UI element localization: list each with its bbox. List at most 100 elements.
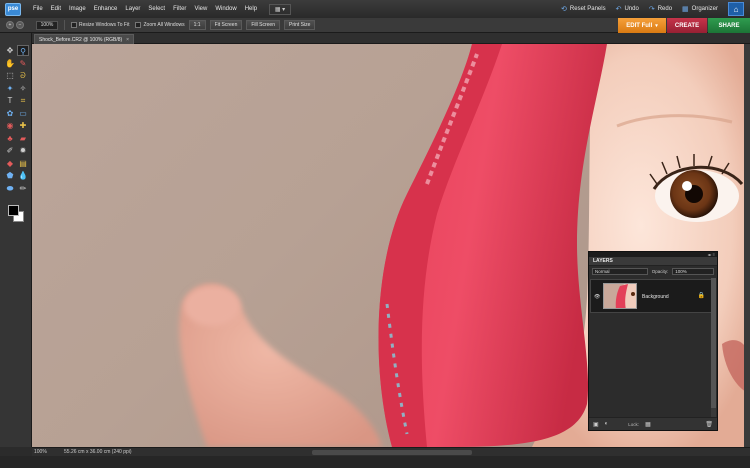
clone-stamp-tool-icon[interactable]: ♣: [4, 133, 16, 144]
red-eye-tool-icon[interactable]: ◉: [4, 120, 16, 131]
panel-menu-icon[interactable]: ◂▸ ≡: [708, 252, 715, 257]
eraser-tool-icon[interactable]: ▰: [17, 133, 29, 144]
eyedropper-tool-icon[interactable]: ✎: [17, 58, 29, 69]
new-layer-icon[interactable]: ▣: [593, 421, 599, 428]
zoom-tool-icon[interactable]: ⚲: [17, 45, 29, 56]
menubar: pse File Edit Image Enhance Layer Select…: [0, 0, 750, 18]
straighten-tool-icon[interactable]: ▭: [17, 108, 29, 119]
foreground-color-swatch[interactable]: [8, 205, 19, 216]
adjustment-layer-icon[interactable]: ◐: [605, 421, 609, 427]
print-size-button[interactable]: Print Size: [283, 20, 316, 30]
zoom-percent-field[interactable]: 100%: [36, 20, 58, 30]
photoshop-elements-window: pse File Edit Image Enhance Layer Select…: [0, 0, 750, 468]
menu-filter[interactable]: Filter: [169, 0, 190, 18]
horizontal-scrollbar[interactable]: [312, 450, 472, 455]
zoom-all-windows-checkbox[interactable]: Zoom All Windows: [135, 22, 185, 28]
document-tab-title: Shock_Before.CR2 @ 100% (RGB/8): [39, 36, 123, 43]
tab-edit-full[interactable]: EDIT Full ▾: [618, 18, 666, 33]
lock-transparent-icon[interactable]: ▦: [645, 421, 651, 428]
menu-window[interactable]: Window: [211, 0, 240, 18]
zoom-all-windows-label: Zoom All Windows: [143, 22, 185, 28]
zoom-mode-group: + −: [6, 21, 24, 29]
menu-enhance[interactable]: Enhance: [90, 0, 122, 18]
layers-panel-footer: ▣ ◐ Lock: ▦ 🗑: [589, 417, 717, 430]
layer-name: Background: [642, 294, 669, 300]
menu-list: File Edit Image Enhance Layer Select Fil…: [29, 0, 261, 18]
crop-tool-icon[interactable]: ⌗: [17, 95, 29, 106]
tab-create[interactable]: CREATE: [667, 18, 707, 33]
status-bar: 100% 55.26 cm x 36.00 cm (240 ppi): [32, 447, 750, 456]
checkbox-box: [135, 22, 142, 28]
eye-icon[interactable]: 👁: [594, 294, 600, 300]
one-to-one-button[interactable]: 1:1: [188, 20, 206, 30]
menu-select[interactable]: Select: [144, 0, 169, 18]
shape-tool-icon[interactable]: ⬟: [4, 170, 16, 181]
menu-edit[interactable]: Edit: [47, 0, 65, 18]
redo-button[interactable]: ↷ Redo: [649, 5, 672, 13]
redo-icon: ↷: [648, 6, 655, 13]
spot-healing-tool-icon[interactable]: ✚: [17, 120, 29, 131]
type-tool-icon[interactable]: T: [4, 95, 16, 106]
move-tool-icon[interactable]: ✥: [4, 45, 16, 56]
project-bin-bar: [0, 456, 750, 468]
chevron-down-icon: ▾: [655, 22, 658, 29]
pencil-tool-icon[interactable]: ✏: [17, 183, 29, 194]
layers-scrollbar[interactable]: [711, 278, 716, 418]
sponge-tool-icon[interactable]: ⬬: [4, 183, 16, 194]
magic-wand-tool-icon[interactable]: ✦: [4, 83, 16, 94]
opacity-field[interactable]: 100%: [672, 267, 714, 275]
organizer-button[interactable]: ▦ Organizer: [682, 5, 718, 13]
menu-layer[interactable]: Layer: [121, 0, 144, 18]
menu-file[interactable]: File: [29, 0, 47, 18]
menu-image[interactable]: Image: [65, 0, 90, 18]
reset-panels-label: Reset Panels: [569, 6, 606, 12]
quick-selection-tool-icon[interactable]: ✧: [17, 83, 29, 94]
close-icon[interactable]: ×: [126, 37, 129, 43]
gradient-tool-icon[interactable]: ▤: [17, 158, 29, 169]
status-doc-info[interactable]: 55.26 cm x 36.00 cm (240 ppi): [64, 449, 132, 455]
undo-button[interactable]: ↶ Undo: [616, 5, 639, 13]
lock-icon: 🔒: [697, 293, 705, 299]
home-icon[interactable]: ⌂: [728, 2, 744, 16]
redo-label: Redo: [657, 6, 673, 12]
smart-brush-tool-icon[interactable]: ✹: [17, 145, 29, 156]
hand-tool-icon[interactable]: ✋: [4, 58, 16, 69]
cookie-cutter-tool-icon[interactable]: ✿: [4, 108, 16, 119]
checkbox-box: [71, 22, 77, 28]
layers-panel: ◂▸ ≡ LAYERS Normal Opacity: 100% 👁 Backg…: [588, 251, 718, 431]
document-tab[interactable]: Shock_Before.CR2 @ 100% (RGB/8) ×: [34, 34, 135, 44]
brush-tool-icon[interactable]: ✐: [4, 145, 16, 156]
layer-row-background[interactable]: 👁 Background 🔒: [590, 279, 712, 313]
reset-panels-icon: ⟲: [561, 6, 567, 13]
mode-tabs: EDIT Full ▾ CREATE SHARE: [618, 18, 750, 33]
vertical-scrollbar[interactable]: [744, 44, 750, 447]
undo-icon: ↶: [615, 6, 622, 13]
zoom-in-icon[interactable]: +: [6, 21, 14, 29]
toolbox: ✥ ⚲ ✋ ✎ ⬚ ᘐ ✦ ✧ T ⌗ ✿ ▭ ◉ ✚ ♣ ▰ ✐ ✹ ◆ ▤ ⬟ 💧 ⬬ ✏: [0, 33, 32, 447]
reset-panels-button[interactable]: ⟲ Reset Panels: [561, 5, 606, 13]
layers-scroll-thumb[interactable]: [711, 278, 716, 408]
tab-edit-label: EDIT Full: [626, 22, 653, 29]
blur-tool-icon[interactable]: 💧: [17, 170, 29, 181]
layer-thumbnail: [603, 283, 637, 309]
document-tab-bar: Shock_Before.CR2 @ 100% (RGB/8) ×: [32, 33, 750, 44]
menu-view[interactable]: View: [190, 0, 211, 18]
divider: [64, 20, 65, 30]
resize-windows-checkbox[interactable]: Resize Windows To Fit: [71, 22, 129, 28]
fill-screen-button[interactable]: Fill Screen: [246, 20, 280, 30]
tab-share[interactable]: SHARE: [708, 18, 750, 33]
blend-mode-select[interactable]: Normal: [592, 267, 648, 275]
organizer-label: Organizer: [691, 6, 718, 12]
status-zoom[interactable]: 100%: [34, 449, 58, 455]
trash-icon[interactable]: 🗑: [705, 421, 713, 428]
marquee-tool-icon[interactable]: ⬚: [4, 70, 16, 81]
fit-screen-button[interactable]: Fit Screen: [209, 20, 243, 30]
zoom-out-icon[interactable]: −: [16, 21, 24, 29]
resize-windows-label: Resize Windows To Fit: [79, 22, 130, 28]
menu-help[interactable]: Help: [241, 0, 261, 18]
layers-panel-title: LAYERS: [589, 257, 717, 266]
paint-bucket-tool-icon[interactable]: ◆: [4, 158, 16, 169]
arrange-layout-icon[interactable]: ▦ ▾: [269, 3, 292, 15]
lasso-tool-icon[interactable]: ᘐ: [17, 70, 29, 81]
lock-label: Lock:: [628, 421, 640, 427]
